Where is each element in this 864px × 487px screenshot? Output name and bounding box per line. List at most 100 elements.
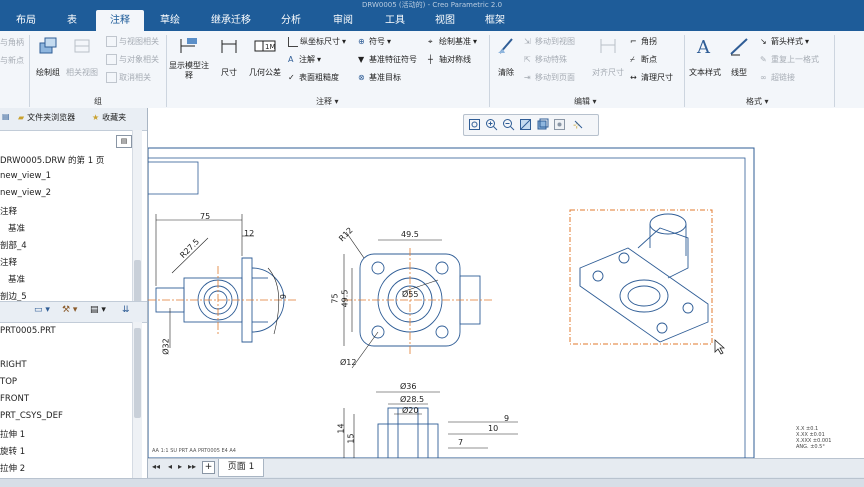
dim-dia-20[interactable]: Ø20 xyxy=(402,406,418,415)
dim-12[interactable]: 12 xyxy=(244,229,254,238)
tree-scrollbar[interactable] xyxy=(132,130,142,308)
move-to-page-button[interactable]: ⇥ 移动到页面 xyxy=(524,72,575,83)
dim-dia-55[interactable]: Ø55 xyxy=(402,290,418,299)
add-sheet-icon[interactable]: + xyxy=(202,461,215,474)
unrelate-button[interactable]: 取消相关 xyxy=(106,72,151,83)
tab-model-tree[interactable]: ▤ xyxy=(2,112,10,121)
cleanup-dimensions-button[interactable]: ↔ 清理尺寸 xyxy=(630,72,673,83)
scroll-thumb[interactable] xyxy=(134,328,141,418)
sheet-nav-last-icon[interactable]: ▸▸ xyxy=(188,462,196,471)
related-view-button[interactable]: 相关视图 xyxy=(64,35,100,78)
tab-table[interactable]: 表 xyxy=(52,10,92,31)
tab-framework[interactable]: 框架 xyxy=(474,10,516,31)
dim-10[interactable]: 10 xyxy=(488,424,498,433)
tree-item-extrude-1[interactable]: 拉伸 1 xyxy=(0,428,25,440)
settings-icon[interactable]: ▤ ▾ xyxy=(90,305,106,315)
dim-15[interactable]: 15 xyxy=(347,433,356,443)
dim-dia-28[interactable]: Ø28.5 xyxy=(400,395,424,404)
datum-display-icon[interactable] xyxy=(553,118,566,131)
relate-to-view-button[interactable]: 与视图相关 xyxy=(106,36,159,47)
tree-item-drawing-page[interactable]: DRW0005.DRW 的第 1 页 xyxy=(0,154,104,166)
tree-item-top[interactable]: TOP xyxy=(0,377,17,387)
line-style-button[interactable]: 线型 xyxy=(726,35,752,78)
dim-49-side[interactable]: 49.5 xyxy=(340,290,349,308)
zoom-out-icon[interactable] xyxy=(502,118,515,131)
tab-view[interactable]: 视图 xyxy=(424,10,466,31)
model-tree-scrollbar[interactable] xyxy=(132,322,142,478)
symbol-button[interactable]: ⊕ 符号 ▾ xyxy=(358,36,391,47)
datum-target-button[interactable]: ⊗ 基准目标 xyxy=(358,72,401,83)
scroll-thumb[interactable] xyxy=(134,260,141,304)
tree-item-extrude-2[interactable]: 拉伸 2 xyxy=(0,462,25,474)
tools-icon[interactable]: ⚒ ▾ xyxy=(62,305,77,315)
dim-dia-32[interactable]: Ø32 xyxy=(162,338,171,354)
dim-dia-12[interactable]: Ø12 xyxy=(340,358,356,367)
corner-handle-button[interactable]: 与角柄 xyxy=(0,37,24,48)
sheet-nav-prev-icon[interactable]: ◂ xyxy=(168,462,172,471)
display-style-icon[interactable] xyxy=(536,118,549,131)
tree-item-annotation[interactable]: 注释 xyxy=(0,205,17,217)
tab-sketch[interactable]: 草绘 xyxy=(148,10,192,31)
tab-folder-browser[interactable]: ▰ 文件夹浏览器 xyxy=(18,112,75,123)
note-button[interactable]: A 注解 ▾ xyxy=(288,54,321,65)
tree-settings-button[interactable]: ▤ xyxy=(116,135,132,148)
tree-item-part[interactable]: PRT0005.PRT xyxy=(0,326,56,336)
arrow-style-button[interactable]: ↘ 箭头样式 ▾ xyxy=(760,36,809,47)
move-to-view-button[interactable]: ⇲ 移动到视图 xyxy=(524,36,575,47)
tab-legacy-migration[interactable]: 继承迁移 xyxy=(200,10,262,31)
tree-item-front[interactable]: FRONT xyxy=(0,394,29,404)
dim-7[interactable]: 7 xyxy=(458,438,463,447)
move-special-button[interactable]: ⇱ 移动特殊 xyxy=(524,54,567,65)
dim-9[interactable]: 9 xyxy=(504,414,509,423)
breakpoint-button[interactable]: ⌿ 断点 xyxy=(630,54,657,65)
tab-tools[interactable]: 工具 xyxy=(374,10,416,31)
tab-review[interactable]: 审阅 xyxy=(322,10,364,31)
tab-favorites[interactable]: ★ 收藏夹 xyxy=(92,112,126,123)
geometric-tolerance-button[interactable]: 1M 几何公差 xyxy=(246,35,284,78)
filter-icon[interactable]: ⇊ xyxy=(122,305,130,315)
repaint-icon[interactable] xyxy=(519,118,532,131)
dim-6[interactable]: 6 xyxy=(278,294,287,299)
tree-item-right[interactable]: RIGHT xyxy=(0,360,27,370)
tree-item-revolve-1[interactable]: 旋转 1 xyxy=(0,445,25,457)
dim-75-top[interactable]: 75 xyxy=(200,212,210,221)
tree-item-datum[interactable]: 基准 xyxy=(8,222,25,234)
dim-dia-36[interactable]: Ø36 xyxy=(400,382,416,391)
text-style-button[interactable]: A 文本样式 xyxy=(686,35,724,78)
corner-jog-button[interactable]: ⌐ 角拐 xyxy=(630,36,657,47)
draw-datum-button[interactable]: ⌖ 绘制基准 ▾ xyxy=(428,36,477,47)
dim-14[interactable]: 14 xyxy=(337,423,346,433)
show-model-annotations-button[interactable]: 显示模型注释 xyxy=(168,35,210,81)
repeat-last-format-button[interactable]: ✎ 重复上一格式 xyxy=(760,54,819,65)
tree-item-csys[interactable]: PRT_CSYS_DEF xyxy=(0,411,63,421)
dimension-button[interactable]: 尺寸 xyxy=(214,35,244,78)
tree-item-annotation-2[interactable]: 注释 xyxy=(0,256,17,268)
annotation-display-icon[interactable]: ⊹ xyxy=(572,118,585,131)
new-point-button[interactable]: 与新点 xyxy=(0,55,24,66)
axis-symmetric-line-button[interactable]: ┼ 轴对称线 xyxy=(428,54,471,65)
tree-item-datum-2[interactable]: 基准 xyxy=(8,273,25,285)
zoom-in-icon[interactable] xyxy=(485,118,498,131)
dim-75-side[interactable]: 75 xyxy=(331,293,340,303)
model-tree-icon[interactable]: ▭ ▾ xyxy=(34,305,50,315)
tab-analysis[interactable]: 分析 xyxy=(270,10,312,31)
sheet-nav-first-icon[interactable]: ◂◂ xyxy=(152,462,160,471)
surface-finish-button[interactable]: ✓ 表面粗糙度 xyxy=(288,72,339,83)
refit-icon[interactable] xyxy=(468,118,481,131)
sheet-nav-next-icon[interactable]: ▸ xyxy=(178,462,182,471)
tolerance-note[interactable]: X.X ±0.1 X.XX ±0.01 X.XXX ±0.001 ANG. ±0… xyxy=(796,426,831,450)
sheet-tab-page-1[interactable]: 页面 1 xyxy=(218,459,264,477)
align-dimensions-button[interactable]: 对齐尺寸 xyxy=(588,35,628,78)
drawing-canvas[interactable]: 75 12 R27.5 6 Ø32 49.5 R12 75 49.5 Ø55 Ø… xyxy=(148,108,864,458)
ordinate-dimension-button[interactable]: 纵坐标尺寸 ▾ xyxy=(288,36,346,47)
tree-item-view-2[interactable]: new_view_2 xyxy=(0,188,51,198)
tab-layout[interactable]: 布局 xyxy=(6,10,46,31)
draw-group-button[interactable]: 绘制组 xyxy=(32,35,64,78)
tab-annotate[interactable]: 注释 xyxy=(96,10,144,31)
datum-feature-symbol-button[interactable]: ▼ 基准特征符号 xyxy=(358,54,417,65)
dim-49-top[interactable]: 49.5 xyxy=(401,230,419,239)
tree-item-view-1[interactable]: new_view_1 xyxy=(0,171,51,181)
hyperlink-button[interactable]: ∞ 超链接 xyxy=(760,72,795,83)
clean-button[interactable]: 清除 xyxy=(492,35,520,78)
relate-to-object-button[interactable]: 与对象相关 xyxy=(106,54,159,65)
